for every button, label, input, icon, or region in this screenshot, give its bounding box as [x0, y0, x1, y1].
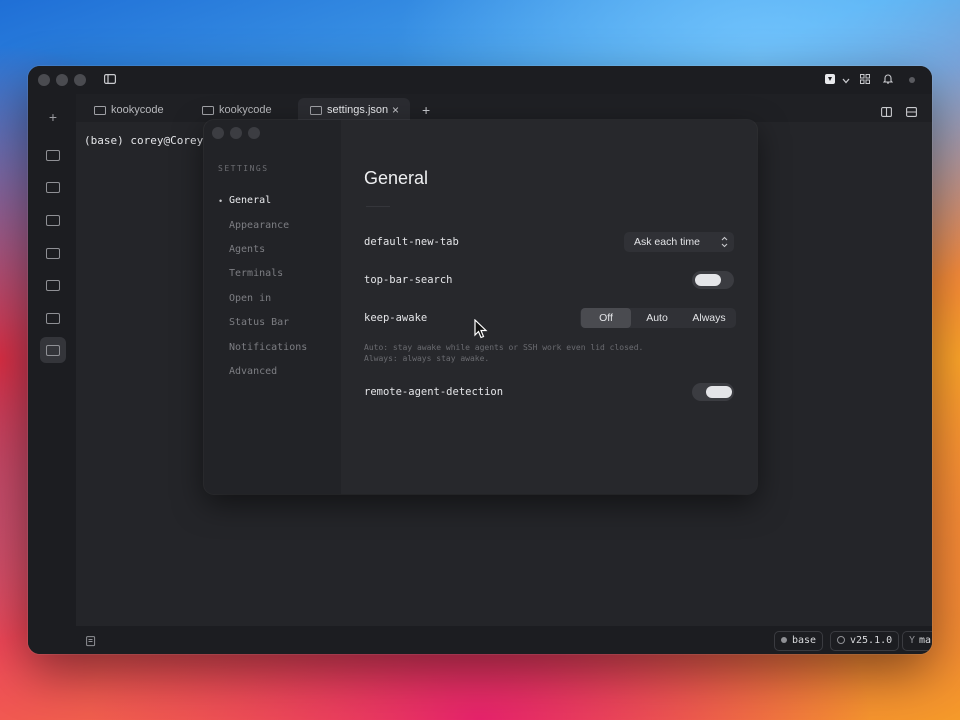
remote-agent-detection-toggle[interactable] — [692, 383, 734, 401]
keep-awake-always[interactable]: Always — [683, 308, 735, 328]
keep-awake-auto[interactable]: Auto — [633, 308, 681, 328]
rail-terminal-6[interactable] — [40, 305, 66, 331]
rail-terminal-2[interactable] — [40, 174, 66, 200]
default-new-tab-value: Ask each time — [634, 236, 700, 248]
terminal-icon — [310, 106, 322, 115]
terminal-icon — [202, 106, 214, 115]
keep-awake-hint-auto: Auto: stay awake while agents or SSH wor… — [364, 343, 644, 352]
branch-badge[interactable]: Ymain — [902, 631, 932, 651]
rail-terminal-3[interactable] — [40, 207, 66, 233]
bell-icon[interactable] — [880, 72, 896, 88]
terminal-icon — [94, 106, 106, 115]
sidebar-toggle-icon[interactable] — [102, 72, 118, 88]
split-vertical-icon[interactable] — [881, 104, 892, 122]
settings-heading: General — [364, 168, 429, 188]
settings-sidebar: SETTINGS • General Appearance Agents Ter… — [204, 120, 341, 494]
rail-terminal-5[interactable] — [40, 272, 66, 298]
nav-general[interactable]: General — [229, 195, 271, 206]
nav-status-bar[interactable]: Status Bar — [229, 317, 289, 328]
terminal-prompt: (base) corey@Corey — [84, 134, 204, 147]
terminal-icon — [46, 280, 60, 291]
tab-label: settings.json — [327, 104, 389, 116]
terminal-icon — [46, 248, 60, 259]
modal-close-button[interactable] — [212, 127, 224, 139]
tab-bar: kookycode kookycode settings.json × + — [76, 96, 932, 122]
keep-awake-hint-always: Always: always stay awake. — [364, 354, 490, 363]
close-window-button[interactable] — [38, 74, 50, 86]
default-new-tab-select[interactable]: Ask each time — [624, 232, 734, 252]
status-dot-icon — [904, 72, 920, 88]
mouse-cursor-icon — [474, 318, 488, 344]
toggle-knob — [706, 386, 732, 398]
modal-zoom-button[interactable] — [248, 127, 260, 139]
top-bar-search-toggle[interactable] — [692, 271, 734, 289]
version-badge[interactable]: v25.1.0 — [830, 631, 900, 651]
nav-advanced[interactable]: Advanced — [229, 366, 277, 377]
terminal-icon — [46, 345, 60, 356]
terminal-icon — [46, 182, 60, 193]
close-tab-icon[interactable]: × — [392, 98, 399, 122]
tab-label: kookycode — [219, 104, 272, 116]
rail-terminal-1[interactable] — [40, 142, 66, 168]
zoom-window-button[interactable] — [74, 74, 86, 86]
app-logo-icon[interactable] — [822, 72, 838, 88]
tab-kookycode-2[interactable]: kookycode — [190, 98, 294, 122]
new-tab-button[interactable]: + — [422, 98, 430, 122]
split-horizontal-icon[interactable] — [906, 104, 917, 122]
rail-terminal-7[interactable] — [40, 337, 66, 363]
active-indicator-icon: • — [219, 196, 223, 206]
terminal-icon — [46, 313, 60, 324]
branch-label: main — [919, 635, 932, 646]
keep-awake-label: keep-awake — [364, 312, 428, 324]
keep-awake-off[interactable]: Off — [581, 308, 631, 328]
chevron-updown-icon — [721, 232, 728, 259]
env-badge[interactable]: base — [774, 631, 824, 651]
status-bar: base v25.1.0 Ymain — [76, 626, 932, 654]
terminal-icon — [46, 215, 60, 226]
minimize-window-button[interactable] — [56, 74, 68, 86]
nav-notifications[interactable]: Notifications — [229, 342, 307, 353]
chevron-down-icon[interactable] — [838, 72, 854, 88]
tab-settings-json[interactable]: settings.json × — [298, 98, 410, 122]
terminal-icon — [46, 150, 60, 161]
remote-agent-detection-label: remote-agent-detection — [364, 386, 504, 398]
edit-icon[interactable] — [86, 634, 97, 652]
rail-terminal-4[interactable] — [40, 240, 66, 266]
version-label: v25.1.0 — [850, 635, 893, 646]
nav-open-in[interactable]: Open in — [229, 293, 271, 304]
tab-label: kookycode — [111, 104, 164, 116]
toggle-knob — [695, 274, 721, 286]
env-label: base — [792, 635, 817, 646]
grid-icon[interactable] — [857, 72, 873, 88]
nav-appearance[interactable]: Appearance — [229, 220, 289, 231]
nav-agents[interactable]: Agents — [229, 244, 265, 255]
default-new-tab-label: default-new-tab — [364, 236, 459, 248]
top-bar-search-label: top-bar-search — [364, 274, 453, 286]
keep-awake-segmented: Off Auto Always — [580, 308, 736, 328]
title-bar — [28, 66, 932, 94]
left-rail: + — [28, 94, 76, 654]
add-workspace-button[interactable]: + — [40, 104, 66, 130]
settings-modal: SETTINGS • General Appearance Agents Ter… — [204, 120, 757, 494]
modal-minimize-button[interactable] — [230, 127, 242, 139]
nav-terminals[interactable]: Terminals — [229, 268, 283, 279]
tab-kookycode-1[interactable]: kookycode — [82, 98, 186, 122]
branch-icon: Y — [909, 635, 916, 646]
env-icon — [781, 637, 787, 643]
plus-icon: + — [48, 109, 58, 125]
refresh-icon — [837, 636, 845, 644]
settings-sidebar-title: SETTINGS — [218, 164, 269, 173]
heading-divider — [366, 206, 390, 207]
